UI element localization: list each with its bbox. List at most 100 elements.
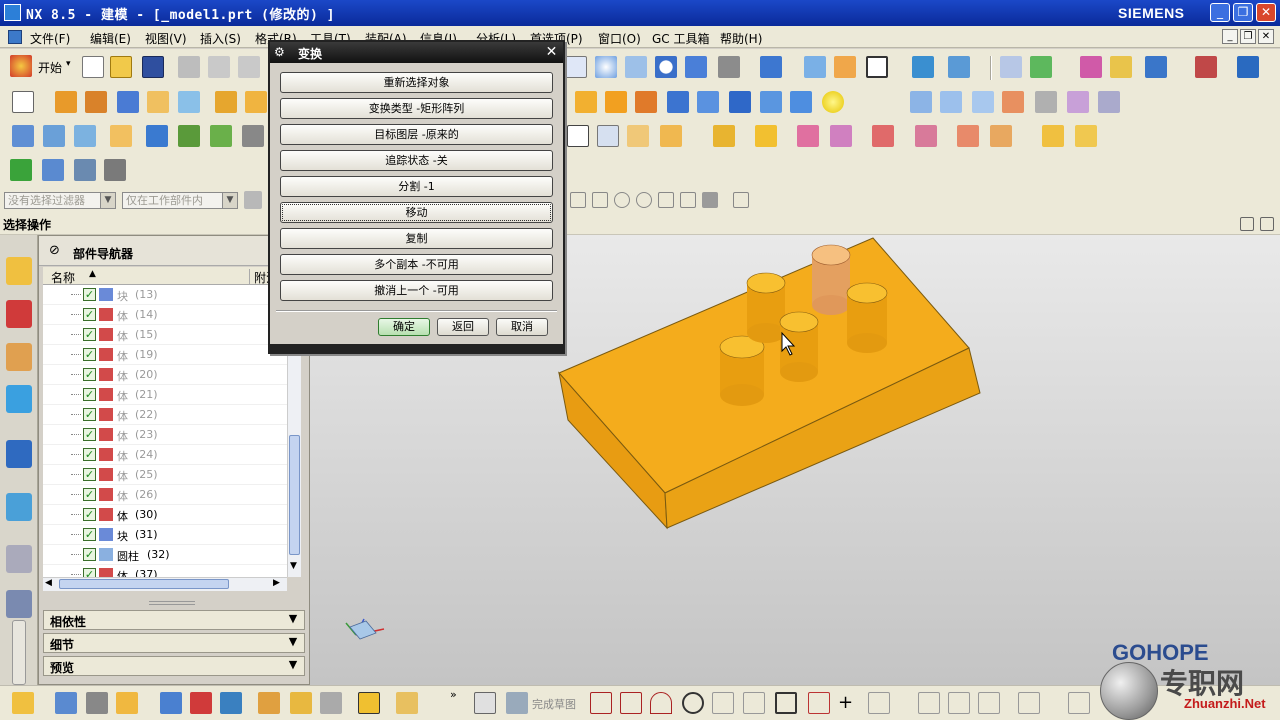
edit-parameters-icon[interactable] bbox=[146, 125, 168, 147]
swept-icon[interactable] bbox=[972, 91, 994, 113]
menu-gc-toolbox[interactable]: GC 工具箱 bbox=[652, 30, 710, 47]
block-feature-icon[interactable] bbox=[117, 91, 139, 113]
tree-row[interactable]: ✓ 体 (26) bbox=[43, 485, 287, 505]
subdivisions-button[interactable]: 分割 -1 bbox=[280, 176, 553, 197]
constraint-icon[interactable] bbox=[797, 125, 819, 147]
doc-restore-button[interactable]: ❐ bbox=[1240, 29, 1256, 44]
view-orientation-icon[interactable] bbox=[760, 56, 782, 78]
finish-sketch-label[interactable]: 完成草图 bbox=[532, 696, 576, 712]
tree-row[interactable]: ✓ 块 (13) bbox=[43, 285, 287, 305]
tree-row[interactable]: ✓ 体 (20) bbox=[43, 365, 287, 385]
pan-icon[interactable] bbox=[625, 56, 647, 78]
report-icon[interactable] bbox=[74, 159, 96, 181]
move-bottom-icon[interactable] bbox=[220, 692, 242, 714]
resource-scroll[interactable] bbox=[12, 620, 26, 685]
multiple-copies-button[interactable]: 多个副本 -不可用 bbox=[280, 254, 553, 275]
visibility-checkbox[interactable]: ✓ bbox=[83, 428, 96, 441]
check-icon[interactable] bbox=[10, 159, 32, 181]
dialog-close-icon[interactable]: ✕ bbox=[543, 44, 560, 61]
tree-row[interactable]: ✓ 体 (23) bbox=[43, 425, 287, 445]
doc-close-button[interactable]: ✕ bbox=[1258, 29, 1274, 44]
move-button[interactable]: 移动 bbox=[280, 202, 553, 223]
cube-icon[interactable] bbox=[729, 91, 751, 113]
reuse-library-tab-icon[interactable] bbox=[6, 385, 32, 413]
back-button[interactable]: 返回 bbox=[437, 318, 489, 336]
ruler-icon[interactable] bbox=[1237, 56, 1259, 78]
scroll-left-icon[interactable]: ◀ bbox=[45, 578, 52, 588]
line-icon[interactable] bbox=[620, 692, 642, 714]
cut-icon[interactable] bbox=[178, 56, 200, 78]
view-section-icon[interactable] bbox=[358, 692, 380, 714]
part-navigator-tab-icon[interactable] bbox=[6, 343, 32, 371]
surface-icon[interactable] bbox=[910, 91, 932, 113]
offset-curve-icon[interactable] bbox=[868, 692, 890, 714]
part-list-icon[interactable] bbox=[86, 692, 108, 714]
cylinder-feature-icon[interactable] bbox=[760, 91, 782, 113]
component-array-icon[interactable] bbox=[258, 692, 280, 714]
unite-icon[interactable] bbox=[697, 91, 719, 113]
shell-icon[interactable] bbox=[667, 91, 689, 113]
visibility-checkbox[interactable]: ✓ bbox=[83, 388, 96, 401]
mirror-assembly-icon[interactable] bbox=[290, 692, 312, 714]
background-icon[interactable] bbox=[834, 56, 856, 78]
snap-endpoint-icon[interactable] bbox=[570, 192, 586, 208]
feature-group-icon[interactable] bbox=[74, 125, 96, 147]
snap-settings-icon[interactable] bbox=[244, 191, 262, 209]
arc-icon[interactable] bbox=[650, 692, 672, 714]
tree-row[interactable]: ✓ 体 (37) bbox=[43, 565, 287, 577]
visibility-checkbox[interactable]: ✓ bbox=[83, 308, 96, 321]
tree-row[interactable]: ✓ 体 (25) bbox=[43, 465, 287, 485]
start-menu-label[interactable]: 开始 bbox=[38, 59, 62, 76]
close-button[interactable]: ✕ bbox=[1256, 3, 1276, 22]
note-icon[interactable] bbox=[110, 125, 132, 147]
measure-icon[interactable] bbox=[1195, 56, 1217, 78]
system-materials-tab-icon[interactable] bbox=[6, 590, 32, 618]
splitter-handle[interactable] bbox=[149, 601, 195, 605]
snap-face-icon[interactable] bbox=[702, 192, 718, 208]
boss-icon[interactable] bbox=[178, 91, 200, 113]
scroll-thumb[interactable] bbox=[289, 435, 300, 555]
orient-icon[interactable] bbox=[948, 56, 970, 78]
sketch-bottom-icon[interactable] bbox=[474, 692, 496, 714]
pin-icon[interactable]: ⊘ bbox=[49, 243, 60, 258]
copy-button[interactable]: 复制 bbox=[280, 228, 553, 249]
tree-horizontal-scrollbar[interactable]: ◀ ▶ bbox=[43, 577, 287, 591]
render-style-icon[interactable] bbox=[718, 56, 740, 78]
start-icon[interactable] bbox=[10, 55, 32, 77]
column-name[interactable]: 名称 bbox=[51, 269, 75, 286]
visibility-checkbox[interactable]: ✓ bbox=[83, 528, 96, 541]
dialog-title-bar[interactable]: ⚙ 变换 ✕ bbox=[270, 42, 563, 63]
cancel-button[interactable]: 取消 bbox=[496, 318, 548, 336]
tree-row[interactable]: ✓ 圆柱 (32) bbox=[43, 545, 287, 565]
table-icon[interactable] bbox=[242, 125, 264, 147]
new-file-icon[interactable] bbox=[82, 56, 104, 78]
dimension-icon[interactable] bbox=[1018, 692, 1040, 714]
menu-edit[interactable]: 编辑(E) bbox=[90, 30, 131, 47]
web-browser-tab-icon[interactable] bbox=[6, 493, 32, 521]
coordinate-icon[interactable] bbox=[104, 159, 126, 181]
menu-help[interactable]: 帮助(H) bbox=[720, 30, 762, 47]
revolve-icon[interactable] bbox=[85, 91, 107, 113]
visibility-checkbox[interactable]: ✓ bbox=[83, 448, 96, 461]
paste-icon[interactable] bbox=[238, 56, 260, 78]
arrangement-icon[interactable] bbox=[990, 125, 1012, 147]
section-view-icon[interactable] bbox=[804, 56, 826, 78]
assembly-icon[interactable] bbox=[713, 125, 735, 147]
cylinder-4[interactable] bbox=[846, 282, 888, 353]
edge-blend-icon[interactable] bbox=[575, 91, 597, 113]
doc-minimize-button[interactable]: _ bbox=[1222, 29, 1238, 44]
zoom-icon[interactable] bbox=[595, 56, 617, 78]
constraint-bottom-icon[interactable] bbox=[190, 692, 212, 714]
more-icon[interactable]: » bbox=[450, 688, 457, 701]
ok-button[interactable]: 确定 bbox=[378, 318, 430, 336]
add-component-icon[interactable] bbox=[755, 125, 777, 147]
gc-toolkit-icon[interactable] bbox=[1075, 125, 1097, 147]
menu-window[interactable]: 窗口(O) bbox=[598, 30, 641, 47]
point-icon[interactable]: + bbox=[838, 692, 860, 714]
hole-icon[interactable] bbox=[147, 91, 169, 113]
zoom-window-icon[interactable] bbox=[565, 56, 587, 78]
move-component-icon[interactable] bbox=[912, 56, 934, 78]
snap-icon[interactable] bbox=[1080, 56, 1102, 78]
grid-table-icon[interactable] bbox=[597, 125, 619, 147]
constraint-navigator-tab-icon[interactable] bbox=[6, 300, 32, 328]
